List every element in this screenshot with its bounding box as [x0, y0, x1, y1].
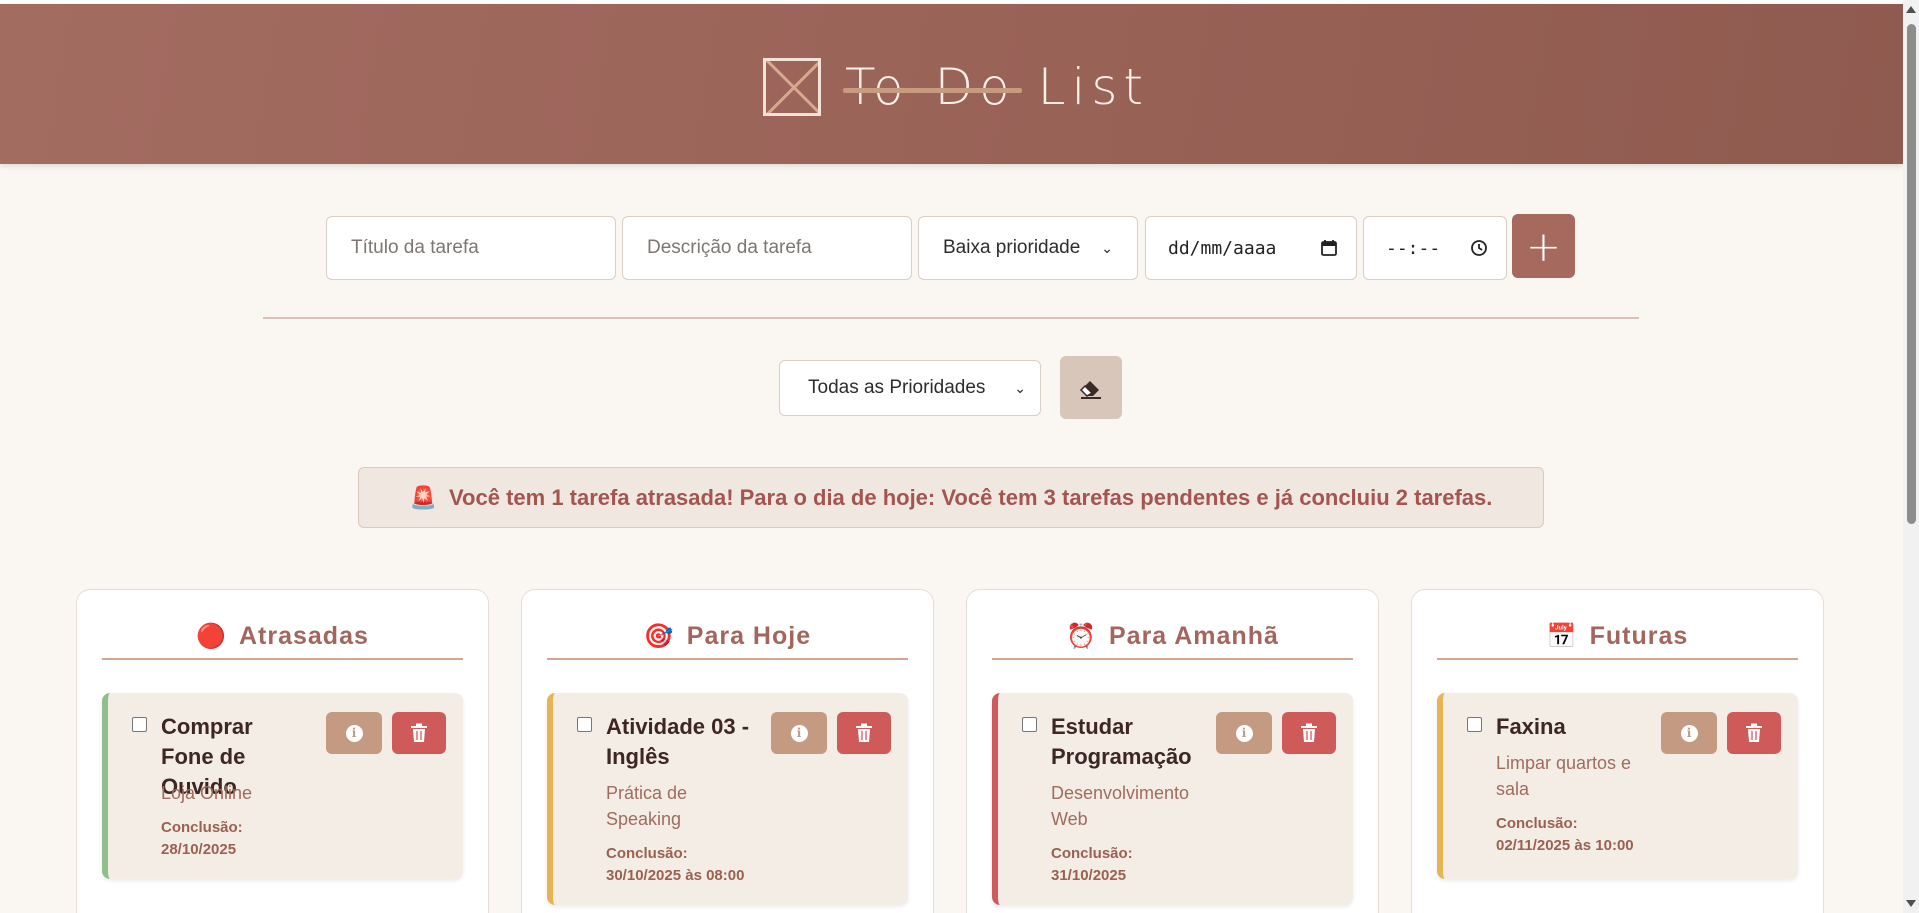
column-header: ⏰ Para Amanhã — [992, 614, 1353, 660]
app-logo: To-Do List — [763, 54, 1149, 120]
task-description-input[interactable]: Descrição da tarefa — [622, 216, 912, 280]
scroll-down-arrow-icon[interactable] — [1906, 900, 1916, 907]
status-alert-text: Você tem 1 tarefa atrasada! Para o dia d… — [449, 484, 1493, 510]
chevron-down-icon: ⌄ — [1014, 379, 1026, 396]
column-header: 🎯 Para Hoje — [547, 614, 908, 660]
trash-icon — [1301, 723, 1317, 742]
task-info-button[interactable]: i — [771, 712, 827, 754]
priority-select[interactable]: Baixa prioridade ⌄ — [918, 216, 1138, 280]
task-title-placeholder: Título da tarefa — [351, 237, 479, 258]
task-delete-button[interactable] — [1727, 712, 1781, 754]
calendar-icon[interactable] — [1320, 239, 1338, 257]
task-due-value: 28/10/2025 — [161, 841, 237, 858]
task-delete-button[interactable] — [837, 712, 891, 754]
app-header: To-Do List — [0, 4, 1903, 164]
column-header: 🔴 Atrasadas — [102, 614, 463, 660]
column-header: 📅 Futuras — [1437, 614, 1798, 660]
trash-icon — [856, 723, 872, 742]
task-delete-button[interactable] — [392, 712, 446, 754]
priority-select-value: Baixa prioridade — [943, 237, 1081, 258]
task-info-button[interactable]: i — [326, 712, 382, 754]
time-placeholder: --:-- — [1386, 237, 1441, 259]
add-task-button[interactable]: + — [1512, 214, 1575, 278]
task-checkbox[interactable] — [1467, 717, 1482, 732]
info-icon: i — [1235, 724, 1253, 742]
task-checkbox[interactable] — [577, 717, 592, 732]
task-name: Estudar Programação — [1051, 714, 1192, 769]
scroll-up-arrow-icon[interactable] — [1906, 6, 1916, 13]
info-icon: i — [790, 724, 808, 742]
trash-icon — [1746, 723, 1762, 742]
red-circle-icon: 🔴 — [196, 622, 227, 650]
column-futuras: 📅 Futuras Faxina Limpar quartos e sala C… — [1411, 589, 1824, 913]
chevron-down-icon: ⌄ — [1101, 239, 1113, 256]
task-delete-button[interactable] — [1282, 712, 1336, 754]
task-checkbox[interactable] — [132, 717, 147, 732]
task-due-value: 31/10/2025 — [1051, 867, 1127, 884]
task-card: Comprar Fone de Ouvido Loja Online Concl… — [102, 693, 463, 879]
task-due-value: 30/10/2025 às 08:00 — [606, 867, 745, 884]
column-title: Para Hoje — [686, 621, 812, 650]
task-due-label: Conclusão: — [161, 819, 243, 836]
priority-filter-value: Todas as Prioridades — [808, 377, 986, 398]
task-title-input[interactable]: Título da tarefa — [326, 216, 616, 280]
checkbox-x-icon — [763, 58, 821, 116]
info-icon: i — [1680, 724, 1698, 742]
task-description: Loja Online — [161, 783, 253, 803]
siren-icon: 🚨 — [409, 484, 438, 510]
task-due-value: 02/11/2025 às 10:00 — [1496, 837, 1634, 854]
title-struck-text: To-Do — [845, 58, 1016, 116]
column-atrasadas: 🔴 Atrasadas Comprar Fone de Ouvido Loja … — [76, 589, 489, 913]
task-card: Estudar Programação Desenvolvimento Web … — [992, 693, 1353, 905]
priority-filter-select[interactable]: Todas as Prioridades ⌄ — [779, 360, 1041, 416]
task-due-label: Conclusão: — [1051, 845, 1133, 862]
task-due-label: Conclusão: — [606, 845, 688, 862]
task-card: Atividade 03 - Inglês Prática de Speakin… — [547, 693, 908, 905]
form-divider — [263, 317, 1639, 319]
time-input[interactable]: --:-- — [1363, 216, 1507, 280]
column-title: Para Amanhã — [1109, 621, 1279, 650]
task-checkbox[interactable] — [1022, 717, 1037, 732]
trash-icon — [411, 723, 427, 742]
target-icon: 🎯 — [643, 622, 675, 650]
task-name: Faxina — [1496, 714, 1566, 739]
column-title: Atrasadas — [238, 621, 369, 650]
column-title: Futuras — [1589, 621, 1689, 650]
app-title: To-Do List — [845, 58, 1149, 116]
column-para-amanha: ⏰ Para Amanhã Estudar Programação Desenv… — [966, 589, 1379, 913]
scroll-thumb[interactable] — [1907, 24, 1916, 524]
task-due-label: Conclusão: — [1496, 815, 1578, 832]
task-name: Atividade 03 - Inglês — [606, 714, 750, 769]
info-icon: i — [345, 724, 363, 742]
task-description: Limpar quartos e sala — [1496, 753, 1632, 799]
column-para-hoje: 🎯 Para Hoje Atividade 03 - Inglês Prátic… — [521, 589, 934, 913]
clock-icon[interactable] — [1470, 239, 1488, 257]
alarm-clock-icon: ⏰ — [1066, 622, 1097, 650]
task-description: Prática de Speaking — [606, 783, 688, 829]
clear-filter-button[interactable] — [1060, 356, 1122, 419]
task-info-button[interactable]: i — [1216, 712, 1272, 754]
date-input[interactable]: dd/mm/aaaa — [1145, 216, 1357, 280]
task-card: Faxina Limpar quartos e sala Conclusão: … — [1437, 693, 1798, 879]
eraser-icon — [1079, 380, 1101, 399]
task-description-placeholder: Descrição da tarefa — [647, 237, 812, 258]
title-rest-text: List — [1015, 58, 1149, 116]
status-alert: 🚨 Você tem 1 tarefa atrasada! Para o dia… — [358, 467, 1544, 528]
date-placeholder: dd/mm/aaaa — [1168, 237, 1277, 259]
plus-icon: + — [1525, 221, 1562, 271]
task-info-button[interactable]: i — [1661, 712, 1717, 754]
calendar-icon: 📅 — [1546, 622, 1578, 650]
task-description: Desenvolvimento Web — [1051, 783, 1190, 829]
vertical-scrollbar[interactable] — [1903, 0, 1919, 913]
